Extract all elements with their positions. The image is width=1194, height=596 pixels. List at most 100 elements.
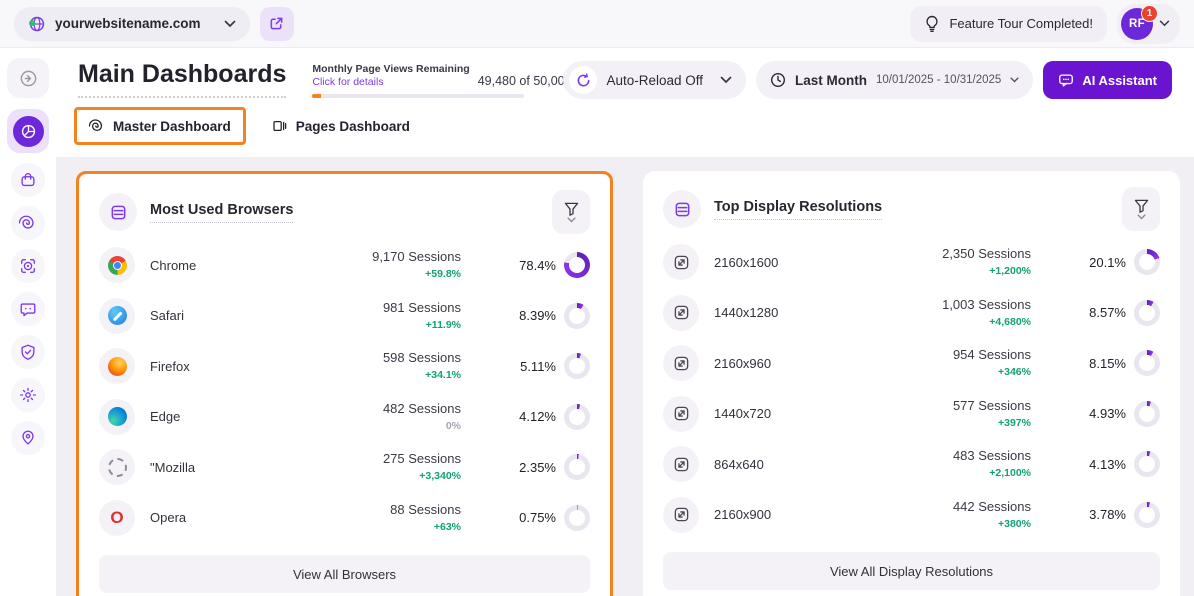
main-area: Main Dashboards Monthly Page Views Remai… [56,48,1194,596]
sidebar-item-privacy[interactable] [7,332,49,372]
tab-label: Pages Dashboard [296,119,410,134]
feature-tour-label: Feature Tour Completed! [949,16,1093,31]
card-title: Top Display Resolutions [714,199,882,220]
table-row[interactable]: 1440x720 577 Sessions+397% 4.93% [663,389,1160,440]
sessions-value: 88 Sessions [281,501,461,520]
refresh-icon [569,66,597,94]
table-row[interactable]: Edge 482 Sessions0% 4.12% [99,392,590,443]
card-most-used-browsers: Most Used Browsers [79,174,610,596]
resolution-name: 2160x960 [714,356,838,371]
filter-funnel-icon [564,202,579,216]
table-row[interactable]: 2160x960 954 Sessions+346% 8.15% [663,338,1160,389]
opera-icon: O [99,500,135,536]
filter-button[interactable] [552,190,590,234]
date-range-picker[interactable]: Last Month 10/01/2025 - 10/31/2025 [756,61,1033,99]
resolution-name: 2160x900 [714,507,838,522]
filter-funnel-icon [1134,199,1149,213]
resolution-name: 2160x1600 [714,255,838,270]
resolution-expand-icon [663,244,699,280]
browser-name: Opera [150,510,268,525]
donut-chart [564,505,590,531]
chevron-down-icon [720,76,732,84]
spiral-icon [89,118,105,134]
resolution-name: 1440x1280 [714,305,838,320]
open-website-button[interactable] [260,7,294,41]
resolutions-list: 2160x1600 2,350 Sessions+1,200% 20.1% 14… [663,237,1160,540]
ai-assistant-button[interactable]: AI Assistant [1043,61,1172,99]
auto-reload-dropdown[interactable]: Auto-Reload Off [563,61,746,99]
ai-assistant-label: AI Assistant [1082,73,1157,88]
sessions-value: 483 Sessions [851,447,1031,466]
sidebar-item-settings[interactable] [7,375,49,415]
change-value: +2,100% [851,466,1031,481]
tab-master-dashboard[interactable]: Master Dashboard [74,107,246,145]
change-value: +346% [851,365,1031,380]
change-value: +4,680% [851,315,1031,330]
pages-icon [272,118,288,134]
chevron-down-icon [567,217,576,223]
table-row[interactable]: Chrome 9,170 Sessions+59.8% 78.4% [99,240,590,291]
change-value: +1,200% [851,264,1031,279]
usage-label: Monthly Page Views Remaining [312,63,469,76]
user-menu[interactable]: RF 1 [1117,4,1180,44]
percent-value: 5.11% [520,359,556,374]
website-selector[interactable]: yourwebsitename.com [14,7,250,41]
page-title: Main Dashboards [78,61,286,98]
usage-value: 49,480 of 50,000 [478,74,572,88]
resolution-expand-icon [663,497,699,533]
topbar: yourwebsitename.com Feature Tour Complet… [0,0,1194,48]
sessions-value: 2,350 Sessions [851,245,1031,264]
donut-chart [1134,300,1160,326]
spiral-icon [11,206,45,240]
change-value: +59.8% [281,267,461,282]
sidebar-item-behaviour[interactable] [7,203,49,243]
percent-value: 4.12% [519,409,556,424]
sidebar-item-feedback[interactable] [7,289,49,329]
table-row[interactable]: Firefox 598 Sessions+34.1% 5.11% [99,341,590,392]
table-row[interactable]: "Mozilla 275 Sessions+3,340% 2.35% [99,442,590,493]
sidebar-item-location[interactable] [7,418,49,458]
card-title: Most Used Browsers [150,202,293,223]
table-row[interactable]: 2160x900 442 Sessions+380% 3.78% [663,490,1160,541]
sessions-value: 9,170 Sessions [281,248,461,267]
tab-pages-dashboard[interactable]: Pages Dashboard [260,110,422,142]
percent-value: 4.93% [1089,406,1126,421]
feature-tour-status[interactable]: Feature Tour Completed! [910,6,1107,42]
globe-icon [28,15,46,33]
sessions-value: 598 Sessions [281,349,461,368]
filter-button[interactable] [1122,187,1160,231]
resolution-expand-icon [663,295,699,331]
table-row[interactable]: O Opera 88 Sessions+63% 0.75% [99,493,590,544]
external-link-icon [269,16,284,31]
browser-name: "Mozilla [150,460,268,475]
unknown-browser-icon [99,449,135,485]
sessions-value: 981 Sessions [281,299,461,318]
sidebar-item-dashboards[interactable] [7,109,49,153]
sessions-value: 1,003 Sessions [851,296,1031,315]
resolution-name: 864x640 [714,457,838,472]
percent-value: 8.39% [519,308,556,323]
table-row[interactable]: Safari 981 Sessions+11.9% 8.39% [99,291,590,342]
chevron-down-icon [224,20,236,28]
view-all-browsers-button[interactable]: View All Browsers [99,555,590,593]
safari-icon [99,298,135,334]
donut-chart [564,353,590,379]
table-row[interactable]: 2160x1600 2,350 Sessions+1,200% 20.1% [663,237,1160,288]
period-range: 10/01/2025 - 10/31/2025 [876,74,1001,86]
sidebar-collapse-button[interactable] [7,58,49,98]
percent-value: 20.1% [1089,255,1126,270]
browser-name: Chrome [150,258,268,273]
notification-badge: 1 [1141,5,1158,22]
sidebar-item-session-recordings[interactable] [7,246,49,286]
sidebar [0,48,56,596]
usage-details-link[interactable]: Click for details [312,76,469,89]
annotation-box-browsers: Most Used Browsers [76,171,613,596]
page-header: Main Dashboards Monthly Page Views Remai… [56,48,1194,99]
sidebar-item-ecommerce[interactable] [7,160,49,200]
percent-value: 78.4% [519,258,556,273]
chevron-down-icon [1010,77,1019,83]
table-row[interactable]: 1440x1280 1,003 Sessions+4,680% 8.57% [663,288,1160,339]
view-all-resolutions-button[interactable]: View All Display Resolutions [663,552,1160,590]
table-row[interactable]: 864x640 483 Sessions+2,100% 4.13% [663,439,1160,490]
browser-name: Edge [150,409,268,424]
